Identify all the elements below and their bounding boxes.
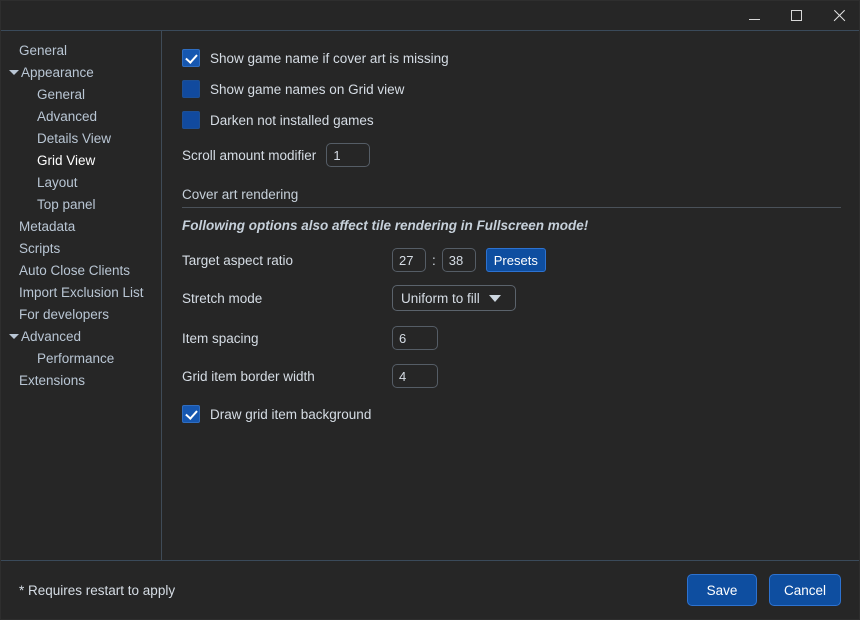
checkbox-show-game-name[interactable] xyxy=(182,49,200,67)
chevron-down-icon xyxy=(488,294,501,302)
sidebar-item-grid-view[interactable]: Grid View xyxy=(1,149,161,171)
stretch-mode-dropdown[interactable]: Uniform to fill xyxy=(392,285,516,311)
checkbox-label-show-game-name: Show game name if cover art is missing xyxy=(210,50,449,66)
cover-art-section-title: Cover art rendering xyxy=(182,187,299,202)
border-width-label: Grid item border width xyxy=(182,368,315,384)
stretch-mode-label: Stretch mode xyxy=(182,290,263,306)
sidebar-item-performance[interactable]: Performance xyxy=(1,347,161,369)
sidebar-item-label: Auto Close Clients xyxy=(19,262,131,278)
sidebar-item-advanced[interactable]: Advanced xyxy=(1,325,161,347)
item-spacing-label: Item spacing xyxy=(182,330,259,346)
checkbox-label-show-game-names-grid: Show game names on Grid view xyxy=(210,81,405,97)
checkbox-row-darken-not-installed[interactable]: Darken not installed games xyxy=(182,111,839,129)
settings-sidebar: General Appearance General Advanced Details … xyxy=(1,31,162,560)
section-divider xyxy=(182,207,841,208)
border-width-input[interactable] xyxy=(392,364,438,388)
check-icon xyxy=(186,409,197,420)
sidebar-item-label: Import Exclusion List xyxy=(19,284,144,300)
sidebar-item-label: Metadata xyxy=(19,218,76,234)
scroll-amount-input[interactable] xyxy=(326,143,371,167)
sidebar-item-label: For developers xyxy=(19,306,110,322)
checkbox-show-game-names-grid[interactable] xyxy=(182,80,200,98)
sidebar-item-metadata[interactable]: Metadata xyxy=(1,215,161,237)
sidebar-item-import-exclusion-list[interactable]: Import Exclusion List xyxy=(1,281,161,303)
cover-art-section-note: Following options also affect tile rende… xyxy=(182,218,589,233)
stretch-mode-row: Stretch mode Uniform to fill xyxy=(182,285,839,311)
sidebar-item-label: Performance xyxy=(37,350,115,366)
sidebar-item-details-view[interactable]: Details View xyxy=(1,127,161,149)
window-body: General Appearance General Advanced Details … xyxy=(1,31,859,561)
sidebar-item-layout[interactable]: Layout xyxy=(1,171,161,193)
minimize-icon xyxy=(748,18,760,20)
checkbox-label-darken-not-installed: Darken not installed games xyxy=(210,112,374,128)
sidebar-item-label: Top panel xyxy=(37,196,96,212)
checkbox-darken-not-installed[interactable] xyxy=(182,111,200,129)
sidebar-item-label: Extensions xyxy=(19,372,86,388)
maximize-button[interactable] xyxy=(775,1,817,30)
sidebar-item-for-developers[interactable]: For developers xyxy=(1,303,161,325)
sidebar-item-scripts[interactable]: Scripts xyxy=(1,237,161,259)
sidebar-item-general[interactable]: General xyxy=(1,83,161,105)
close-icon xyxy=(832,9,845,22)
sidebar-item-general[interactable]: General xyxy=(1,39,161,61)
sidebar-item-label: General xyxy=(19,42,68,58)
sidebar-item-auto-close-clients[interactable]: Auto Close Clients xyxy=(1,259,161,281)
aspect-ratio-width-input[interactable] xyxy=(392,248,426,272)
check-icon xyxy=(186,115,197,126)
sidebar-item-label: Scripts xyxy=(19,240,61,256)
border-width-row: Grid item border width xyxy=(182,363,839,389)
chevron-down-icon[interactable] xyxy=(9,331,19,341)
aspect-ratio-height-input[interactable] xyxy=(441,248,476,272)
sidebar-item-label: Advanced xyxy=(21,328,82,344)
settings-content: Show game name if cover art is missing S… xyxy=(162,31,859,560)
sidebar-item-extensions[interactable]: Extensions xyxy=(1,369,161,391)
sidebar-item-label: Layout xyxy=(37,174,78,190)
sidebar-item-label: Details View xyxy=(37,130,112,146)
title-bar xyxy=(1,1,859,31)
sidebar-item-label: Advanced xyxy=(37,108,98,124)
checkbox-label-draw-grid-background: Draw grid item background xyxy=(210,406,372,422)
aspect-ratio-separator: : xyxy=(432,252,436,268)
footer-bar: * Requires restart to apply Save Cancel xyxy=(1,561,859,619)
checkbox-row-draw-grid-background[interactable]: Draw grid item background xyxy=(182,405,839,423)
save-button[interactable]: Save xyxy=(686,574,757,606)
maximize-icon xyxy=(790,10,802,21)
minimize-button[interactable] xyxy=(733,1,775,30)
item-spacing-row: Item spacing xyxy=(182,325,839,351)
scroll-amount-label: Scroll amount modifier xyxy=(182,147,317,163)
aspect-ratio-label: Target aspect ratio xyxy=(182,252,294,268)
checkbox-row-show-game-name[interactable]: Show game name if cover art is missing xyxy=(182,49,839,67)
check-icon xyxy=(186,53,197,64)
settings-window: General Appearance General Advanced Details … xyxy=(0,0,860,620)
check-icon xyxy=(186,84,197,95)
stretch-mode-value: Uniform to fill xyxy=(401,290,480,306)
cover-art-section-header: Cover art rendering xyxy=(182,186,841,208)
item-spacing-input[interactable] xyxy=(392,326,438,350)
presets-button[interactable]: Presets xyxy=(485,248,546,272)
cancel-button[interactable]: Cancel xyxy=(768,574,841,606)
aspect-ratio-row: Target aspect ratio : Presets xyxy=(182,247,839,273)
scroll-amount-row: Scroll amount modifier xyxy=(182,142,839,168)
chevron-down-icon[interactable] xyxy=(9,67,19,77)
sidebar-item-advanced[interactable]: Advanced xyxy=(1,105,161,127)
close-button[interactable] xyxy=(817,1,859,30)
sidebar-item-appearance[interactable]: Appearance xyxy=(1,61,161,83)
sidebar-item-top-panel[interactable]: Top panel xyxy=(1,193,161,215)
sidebar-item-label: General xyxy=(37,86,86,102)
checkbox-row-show-game-names-grid[interactable]: Show game names on Grid view xyxy=(182,80,839,98)
sidebar-item-label: Grid View xyxy=(37,152,96,168)
sidebar-item-label: Appearance xyxy=(21,64,94,80)
checkbox-draw-grid-background[interactable] xyxy=(182,405,200,423)
restart-note: * Requires restart to apply xyxy=(19,582,176,598)
